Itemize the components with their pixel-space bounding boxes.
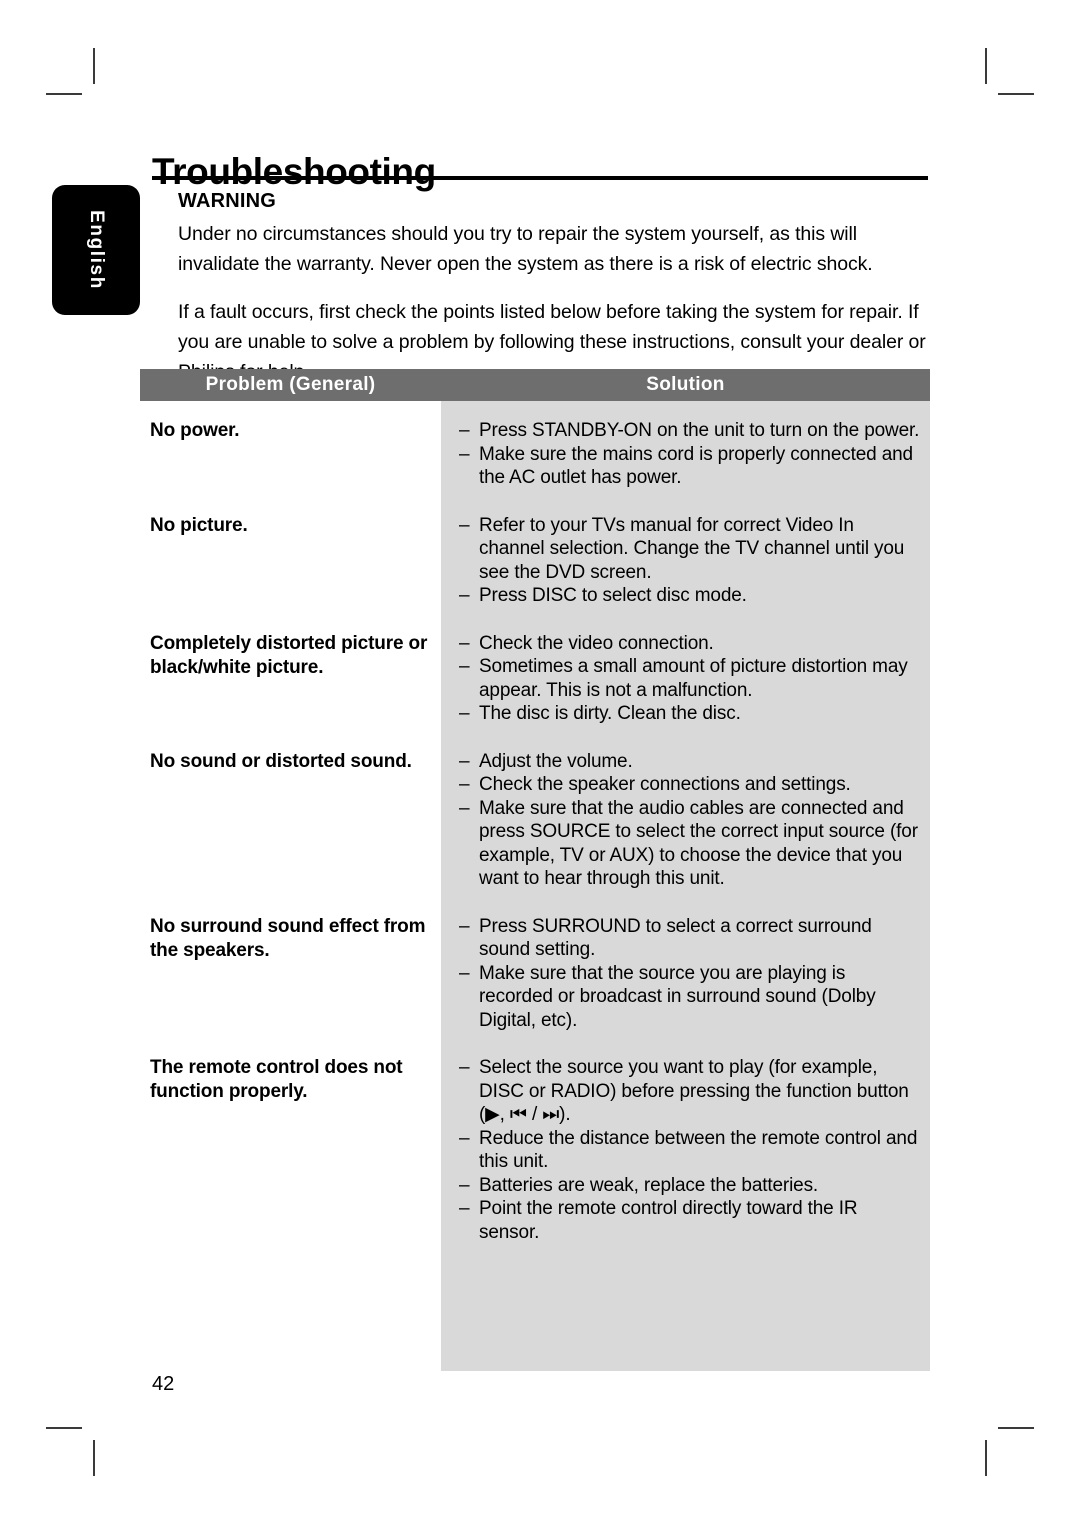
solution-list-item: – Make sure that the audio cables are con… xyxy=(459,797,920,891)
problem-cell: No picture. xyxy=(150,514,248,536)
solution-list-item: – Select the source you want to play (for… xyxy=(459,1056,920,1127)
problem-cell: The remote control does not function pro… xyxy=(150,1057,403,1102)
solution-cell: – Press SURROUND to select a correct surr… xyxy=(441,915,930,1033)
column-header-problem: Problem (General) xyxy=(205,374,376,395)
solution-text: Sometimes a small amount of picture dist… xyxy=(479,656,908,701)
solution-cell: – Adjust the volume. – Check the speaker co… xyxy=(441,750,930,891)
solution-list-item: – Refer to your TVs manual for correct Vi… xyxy=(459,514,920,585)
language-tab: English xyxy=(52,185,140,315)
crop-mark-top-right-horizontal xyxy=(998,93,1034,95)
list-dash-icon: – xyxy=(459,750,470,772)
solution-list-item: – Make sure that the source you are playi… xyxy=(459,962,920,1033)
crop-mark-top-right-vertical xyxy=(985,48,987,84)
solution-text: Press STANDBY-ON on the unit to turn on … xyxy=(479,420,920,441)
solution-list-item: – Check the speaker connections and setti… xyxy=(459,773,920,797)
warning-paragraph-1: Under no circumstances should you try to… xyxy=(178,223,873,275)
solution-text: Make sure the mains cord is properly con… xyxy=(479,443,913,489)
list-dash-icon: – xyxy=(459,420,470,441)
solution-text: Adjust the volume. xyxy=(479,750,633,772)
document-page: English Troubleshooting WARNING Under no… xyxy=(0,0,1080,1524)
language-tab-label: English xyxy=(86,210,107,290)
solution-list-item: – Point the remote control directly towar… xyxy=(459,1197,920,1244)
problem-cell: No power. xyxy=(150,420,240,441)
list-dash-icon: – xyxy=(459,797,470,819)
list-dash-icon: – xyxy=(459,703,470,724)
solution-text: Press DISC to select disc mode. xyxy=(479,585,747,606)
solution-text: Check the speaker connections and settin… xyxy=(479,774,851,795)
solution-text: Batteries are weak, replace the batterie… xyxy=(479,1174,819,1196)
solution-cell: – Select the source you want to play (for… xyxy=(441,1056,930,1244)
solution-text: Point the remote control directly toward… xyxy=(479,1198,858,1243)
solution-list-item: – Press SURROUND to select a correct surr… xyxy=(459,915,920,962)
solution-list-item: – Batteries are weak, replace the batteri… xyxy=(459,1174,920,1198)
list-dash-icon: – xyxy=(459,915,470,937)
solution-text: Make sure that the audio cables are conn… xyxy=(479,797,918,890)
problem-cell: Completely distorted picture or black/wh… xyxy=(150,632,428,678)
crop-mark-bottom-right-horizontal xyxy=(998,1427,1034,1429)
solution-text: Check the video connection. xyxy=(479,632,714,654)
problem-cell: No sound or distorted sound. xyxy=(150,750,412,772)
crop-mark-top-left-vertical xyxy=(93,48,95,84)
solution-list-item: – Make sure the mains cord is properly co… xyxy=(459,443,920,490)
warning-heading: WARNING xyxy=(178,190,277,212)
list-dash-icon: – xyxy=(459,585,470,606)
solution-column: – Press STANDBY-ON on the unit to turn on… xyxy=(441,401,930,1371)
list-dash-icon: – xyxy=(459,656,470,677)
solution-text: Select the source you want to play (for … xyxy=(479,1057,909,1125)
solution-text: Make sure that the source you are playin… xyxy=(479,962,876,1031)
warning-block: WARNING Under no circumstances should yo… xyxy=(178,190,934,387)
list-dash-icon: – xyxy=(459,1127,470,1149)
solution-cell: – Check the video connection. – Sometimes a… xyxy=(441,632,930,726)
table-body: No power. No picture. Completely distorted… xyxy=(140,401,930,1371)
list-dash-icon: – xyxy=(459,632,470,654)
crop-mark-bottom-right-vertical xyxy=(985,1440,987,1476)
solution-cell: – Refer to your TVs manual for correct Vi… xyxy=(441,514,930,608)
problem-column: No power. No picture. Completely distorted… xyxy=(140,401,441,1268)
list-dash-icon: – xyxy=(459,1057,470,1078)
page-title: Troubleshooting xyxy=(152,150,436,192)
solution-list-item: – Press STANDBY-ON on the unit to turn on… xyxy=(459,419,920,443)
solution-text: Press SURROUND to select a correct surro… xyxy=(479,915,872,961)
crop-mark-bottom-left-horizontal xyxy=(46,1427,82,1429)
solution-cell: – Press STANDBY-ON on the unit to turn on… xyxy=(441,419,930,490)
solution-text: Refer to your TVs manual for correct Vid… xyxy=(479,514,905,583)
crop-mark-top-left-horizontal xyxy=(46,93,82,95)
solution-list-item: – Check the video connection. xyxy=(459,632,920,656)
list-dash-icon: – xyxy=(459,774,470,795)
list-dash-icon: – xyxy=(459,962,470,984)
list-dash-icon: – xyxy=(459,1198,470,1219)
page-number: 42 xyxy=(152,1373,175,1395)
solution-list-item: – Sometimes a small amount of picture dis… xyxy=(459,655,920,702)
solution-list-item: – Reduce the distance between the remote … xyxy=(459,1127,920,1174)
list-dash-icon: – xyxy=(459,443,470,465)
column-header-solution: Solution xyxy=(646,374,725,395)
troubleshooting-table: Problem (General) Solution No power. No p… xyxy=(140,369,930,1371)
solution-list-item: – Adjust the volume. xyxy=(459,750,920,774)
problem-cell: No surround sound effect from the speake… xyxy=(150,915,426,961)
crop-mark-bottom-left-vertical xyxy=(93,1440,95,1476)
solution-list-item: – Press DISC to select disc mode. xyxy=(459,584,920,608)
list-dash-icon: – xyxy=(459,514,470,536)
list-dash-icon: – xyxy=(459,1174,470,1196)
title-rule xyxy=(152,176,928,180)
solution-text: The disc is dirty. Clean the disc. xyxy=(479,703,741,724)
solution-list-item: – The disc is dirty. Clean the disc. xyxy=(459,702,920,726)
solution-text: Reduce the distance between the remote c… xyxy=(479,1127,918,1173)
table-header-row: Problem (General) Solution xyxy=(140,369,930,401)
